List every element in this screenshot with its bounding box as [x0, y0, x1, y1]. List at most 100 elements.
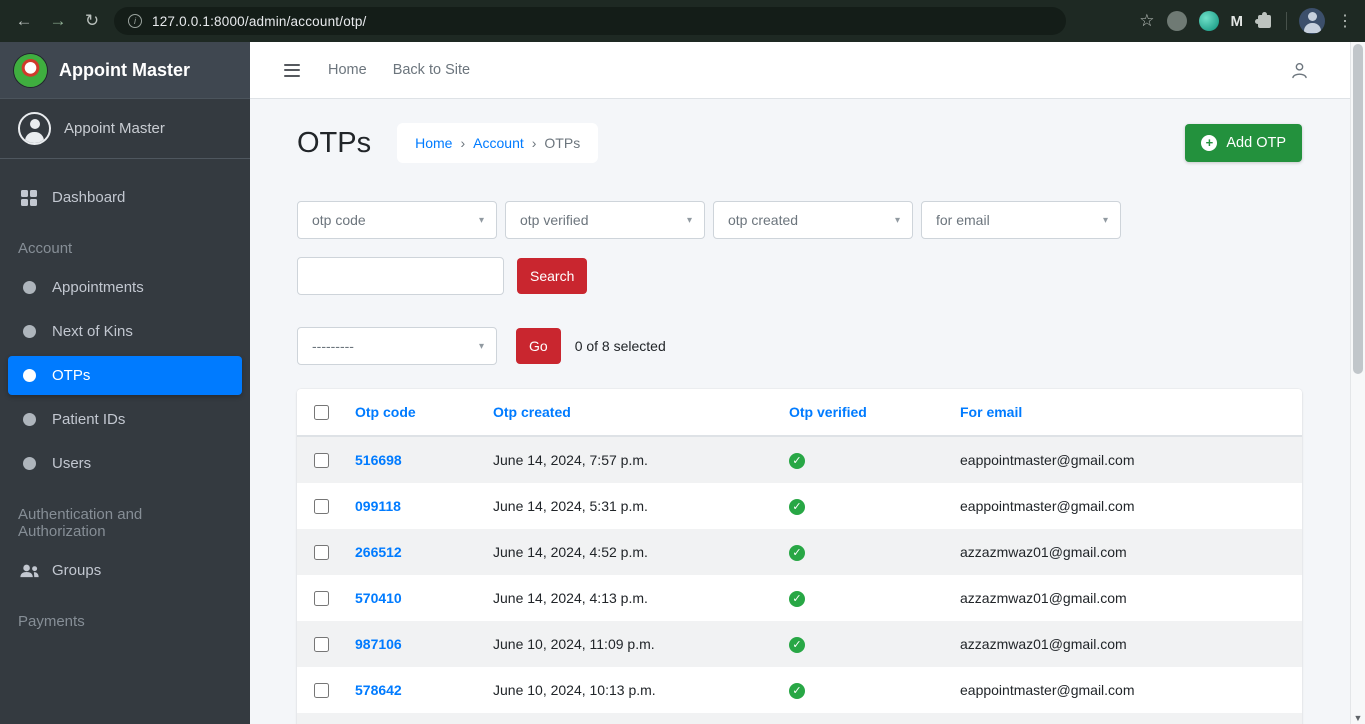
brand-title: Appoint Master — [59, 59, 191, 80]
sidebar-item-label: Dashboard — [52, 189, 126, 206]
sidebar-toggle-icon[interactable] — [282, 60, 302, 81]
action-select[interactable]: --------- ▾ — [297, 327, 497, 365]
filter-select-for-email[interactable]: for email ▾ — [921, 201, 1121, 239]
row-checkbox[interactable] — [314, 682, 329, 698]
forward-icon[interactable]: → — [46, 9, 70, 33]
url-text: 127.0.0.1:8000/admin/account/otp/ — [152, 13, 367, 29]
action-select-value: --------- — [312, 338, 354, 354]
topnav-home-link[interactable]: Home — [328, 62, 367, 78]
sidebar-item-dashboard[interactable]: Dashboard — [8, 178, 242, 217]
otp-code-link[interactable]: 578642 — [355, 682, 402, 698]
sidebar-nav: Dashboard Account Appointments Next of K… — [0, 159, 250, 636]
sort-header-otp-created[interactable]: Otp created — [493, 404, 571, 420]
content: OTPs Home › Account › OTPs + Add OTP otp… — [250, 99, 1365, 724]
user-name[interactable]: Appoint Master — [64, 120, 165, 137]
search-button[interactable]: Search — [517, 258, 588, 294]
add-otp-button[interactable]: + Add OTP — [1185, 124, 1302, 162]
content-header: OTPs Home › Account › OTPs + Add OTP — [297, 123, 1302, 163]
otp-code-link[interactable]: 266512 — [355, 544, 402, 560]
otp-code-link[interactable]: 987106 — [355, 636, 402, 652]
for-email-cell: azzazmwaz01@gmail.com — [960, 636, 1127, 652]
user-avatar-icon — [18, 112, 51, 145]
table-row: 266512 June 14, 2024, 4:52 p.m. ✓ azzazm… — [297, 529, 1302, 575]
verified-check-icon: ✓ — [789, 637, 805, 653]
row-checkbox[interactable] — [314, 498, 329, 514]
breadcrumb: Home › Account › OTPs — [397, 123, 599, 163]
page-scrollbar[interactable]: ▼ — [1350, 42, 1365, 724]
extension-icon-teal[interactable] — [1198, 11, 1219, 31]
otp-table-card: Otp code Otp created Otp verified For em… — [297, 389, 1302, 724]
sidebar-item-next-of-kins[interactable]: Next of Kins — [8, 312, 242, 351]
filter-row: otp code ▾ otp verified ▾ otp created ▾ … — [297, 201, 1302, 239]
otp-code-link[interactable]: 516698 — [355, 452, 402, 468]
sidebar-item-label: Patient IDs — [52, 411, 126, 428]
browser-menu-icon[interactable]: ⋮ — [1337, 11, 1353, 31]
chevron-down-icon: ▾ — [686, 214, 692, 226]
otp-verified-cell: ✓ — [781, 713, 952, 724]
sidebar-item-appointments[interactable]: Appointments — [8, 268, 242, 307]
chevron-down-icon: ▾ — [478, 214, 484, 226]
extensions-puzzle-icon[interactable] — [1255, 11, 1271, 28]
filter-label: otp verified — [520, 212, 589, 228]
row-checkbox[interactable] — [314, 452, 329, 468]
sidebar-item-patient-ids[interactable]: Patient IDs — [8, 400, 242, 439]
sort-header-for-email[interactable]: For email — [960, 404, 1022, 420]
brand-link[interactable]: Appoint Master — [0, 42, 250, 99]
sidebar-item-groups[interactable]: Groups — [8, 551, 242, 590]
bookmark-star-icon[interactable]: ☆ — [1139, 11, 1154, 31]
scrollbar-down-arrow[interactable]: ▼ — [1351, 713, 1365, 723]
row-checkbox[interactable] — [314, 544, 329, 560]
row-checkbox[interactable] — [314, 636, 329, 652]
otp-verified-cell: ✓ — [781, 483, 952, 529]
breadcrumb-home-link[interactable]: Home — [415, 135, 452, 151]
for-email-cell: eappointmaster@gmail.com — [960, 452, 1135, 468]
otp-code-link[interactable]: 570410 — [355, 590, 402, 606]
back-icon[interactable]: ← — [12, 9, 36, 33]
plus-circle-icon: + — [1201, 135, 1218, 151]
otp-created-cell: June 10, 2024, 10:13 p.m. — [493, 682, 656, 698]
sort-header-otp-verified[interactable]: Otp verified — [789, 404, 867, 420]
circle-icon — [18, 413, 40, 426]
sort-header-otp-code[interactable]: Otp code — [355, 404, 416, 420]
otp-table-body: 516698 June 14, 2024, 7:57 p.m. ✓ eappoi… — [297, 436, 1302, 724]
sidebar-item-label: Next of Kins — [52, 323, 133, 340]
browser-profile-avatar[interactable] — [1299, 8, 1325, 34]
row-checkbox[interactable] — [314, 590, 329, 606]
sidebar-section-account: Account — [18, 240, 73, 257]
circle-icon — [18, 457, 40, 470]
site-info-icon[interactable]: i — [128, 14, 142, 28]
filter-select-otp-created[interactable]: otp created ▾ — [713, 201, 913, 239]
topnav-user-icon[interactable] — [1289, 60, 1310, 81]
for-email-cell: eappointmaster@gmail.com — [952, 713, 1302, 724]
filter-label: otp created — [728, 212, 799, 228]
refresh-icon[interactable]: ↻ — [80, 9, 104, 33]
topnav-back-to-site-link[interactable]: Back to Site — [393, 62, 470, 78]
breadcrumb-separator: › — [460, 135, 466, 151]
otp-verified-cell: ✓ — [781, 529, 952, 575]
browser-chrome: ← → ↻ i 127.0.0.1:8000/admin/account/otp… — [0, 0, 1365, 42]
otp-code-link[interactable]: 099118 — [355, 498, 401, 514]
go-button[interactable]: Go — [516, 328, 561, 364]
search-input[interactable] — [297, 257, 504, 295]
sidebar-item-users[interactable]: Users — [8, 444, 242, 483]
for-email-cell: azzazmwaz01@gmail.com — [960, 544, 1127, 560]
top-navbar: Home Back to Site — [250, 42, 1365, 99]
filter-label: otp code — [312, 212, 366, 228]
filter-select-otp-verified[interactable]: otp verified ▾ — [505, 201, 705, 239]
breadcrumb-account-link[interactable]: Account — [473, 135, 524, 151]
chevron-down-icon: ▾ — [894, 214, 900, 226]
extension-icon-m[interactable]: M — [1231, 13, 1244, 30]
select-all-checkbox[interactable] — [314, 404, 329, 420]
main-area: Home Back to Site OTPs Home › Account › … — [250, 42, 1365, 724]
filter-select-otp-code[interactable]: otp code ▾ — [297, 201, 497, 239]
otp-created-cell: June 14, 2024, 4:52 p.m. — [493, 544, 648, 560]
sidebar-item-label: Users — [52, 455, 92, 472]
url-bar[interactable]: i 127.0.0.1:8000/admin/account/otp/ — [114, 7, 1066, 35]
extension-icon-globe[interactable] — [1166, 11, 1187, 31]
sidebar-item-otps[interactable]: OTPs — [8, 356, 242, 395]
scrollbar-thumb[interactable] — [1353, 44, 1363, 374]
verified-check-icon: ✓ — [789, 453, 805, 469]
sidebar: Appoint Master Appoint Master Dashboard … — [0, 42, 250, 724]
table-header-row: Otp code Otp created Otp verified For em… — [297, 389, 1302, 437]
chevron-down-icon: ▾ — [1102, 214, 1108, 226]
